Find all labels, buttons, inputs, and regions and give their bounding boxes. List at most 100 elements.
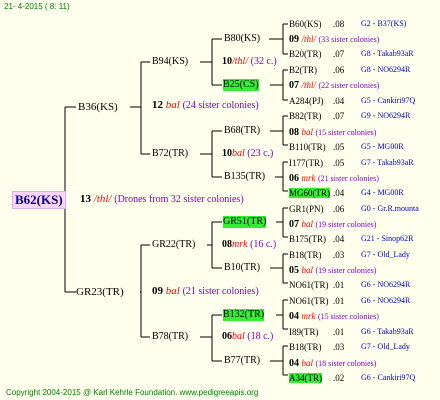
gen1-node-dam: GR23(TR) [76,286,124,298]
gen4-ancestor-row: B175(TR) .04 G21 - Sinop62R [289,233,413,246]
ancestor-generation-tag: G5 - Cankiri97Q [361,96,416,105]
drone-count: 10 [222,56,232,67]
ancestor-year: .05 [333,158,345,168]
gen4-ancestor-row: A284(PJ) .04 G5 - Cankiri97Q [289,95,415,108]
drone-count: 09 [289,34,299,45]
gen4-ancestor-row: NO61(TR) .01 G6 - NO6294R [289,279,410,292]
ancestor-label: B18(TR) [289,342,322,352]
drone-count: 10 [222,148,232,159]
ancestor-label: B82(TR) [289,111,322,121]
ancestor-label: B110(TR) [289,142,326,152]
gen4-ancestor-row: A34(TR) .02 G6 - Cankiri97Q [289,372,415,385]
gen2-node: B72(TR) [152,148,189,159]
ancestor-year: .03 [333,250,345,260]
ancestor-label: A34(TR) [289,373,322,383]
drone-mark: /thl/ [301,34,317,44]
ancestor-generation-tag: G2 - B37(KS) [361,19,407,28]
drone-note: (21 sister colonies) [182,286,259,297]
root-drone-note: (Drones from 32 sister colonies) [114,194,244,205]
ancestor-year: .03 [333,342,345,352]
drone-count: 05 [289,265,299,276]
gen4-ancestor-row: B18(TR) .03 G7 - Old_Lady [289,341,410,354]
gen3-drone-info: 06bal (18 c.) [222,331,273,343]
drone-mark: bal [301,127,314,137]
gen4-drone-info: 05 bal (19 sister colonies) [289,264,376,277]
gen4-drone-info: 04 mrk (15 sister colonies) [289,310,379,323]
drone-note: (19 sister colonies) [315,220,377,229]
ancestor-year: .05 [333,142,345,152]
ancestor-year: .06 [333,204,345,214]
ancestor-year: .01 [333,327,345,337]
drone-count: 06 [222,331,232,342]
gen1-node-sire: B36(KS) [78,101,118,113]
ancestor-label: MG60(TR) [289,188,330,198]
ancestor-label: GR1(PN) [289,204,324,214]
drone-count: 09 [152,285,163,297]
drone-mark: bal [301,219,314,229]
copyright-footer: Copyright 2004-2015 @ Karl Kehrle Founda… [6,388,259,397]
drone-note: (21 sister colonies) [318,174,379,183]
ancestor-year: .08 [333,19,345,29]
drone-mark: bal [165,99,180,111]
drone-note: (18 c.) [247,331,274,342]
drone-mark: bal [301,265,314,275]
drone-count: 04 [289,311,299,322]
ancestor-year: .04 [333,234,345,244]
gen3-node: B68(TR) [224,125,261,136]
ancestor-generation-tag: G21 - Sinop62R [361,234,414,243]
ancestor-year: .07 [333,49,345,59]
ancestor-label: I89(TR) [289,327,319,337]
gen4-ancestor-row: MG60(TR) .04 G4 - MG00R [289,187,404,200]
drone-note: (24 sister colonies) [182,100,259,111]
ancestor-generation-tag: G9 - NO6294R [361,111,411,120]
drone-note: (33 sister colonies) [318,35,380,44]
ancestor-year: .06 [333,65,345,75]
ancestor-generation-tag: G6 - NO6294R [361,296,411,305]
drone-count: 06 [289,173,299,184]
ancestor-year: .01 [333,280,345,290]
ancestor-generation-tag: G7 - Old_Lady [361,250,410,259]
gen4-ancestor-row: B60(KS) .08 G2 - B37(KS) [289,18,406,31]
drone-note: (32 c.) [250,56,277,67]
ancestor-year: .02 [333,373,345,383]
drone-count: 08 [222,239,232,250]
gen4-ancestor-row: B82(TR) .07 G9 - NO6294R [289,110,410,123]
gen2-node: B94(KS) [152,56,189,67]
gen4-ancestor-row: I177(TR) .05 G7 - Takab93aR [289,157,414,170]
gen4-drone-info: 07 bal (19 sister colonies) [289,218,376,231]
ancestor-year: .04 [333,96,345,106]
pedigree-page: 21- 4-2015 ( 8: 11) B62(KS) 13 /thl/ (Dr… [0,0,440,400]
ancestor-generation-tag: G6 - NO6294R [361,280,411,289]
drone-mark: mrk [301,311,316,321]
drone-mark: /thl/ [232,56,249,67]
ancestor-generation-tag: G6 - Takab93aR [361,327,414,336]
gen3-node: B135(TR) [224,171,266,182]
ancestor-generation-tag: G8 - Takab93aR [361,49,414,58]
drone-note: (15 sister colonies) [315,128,377,137]
ancestor-generation-tag: G6 - Cankiri97Q [361,373,416,382]
gen4-drone-info: 08 bal (15 sister colonies) [289,126,376,139]
ancestor-generation-tag: G4 - MG00R [361,188,404,197]
gen3-drone-info: 08mrk (16 c.) [222,239,276,251]
ancestor-year: .07 [333,111,345,121]
root-drone-count: 13 [80,193,91,205]
drone-count: 08 [289,127,299,138]
drone-note: (15 sister colonies) [318,312,379,321]
gen3-node-highlighted: B132(TR) [223,309,265,321]
ancestor-label: B60(KS) [289,19,322,29]
drone-mark: bal [301,358,314,368]
root-queen: B62(KS) [12,191,66,209]
drone-mark: bal [232,331,245,342]
drone-count: 04 [289,358,299,369]
ancestor-label: A284(PJ) [289,96,324,106]
ancestor-label: B18(TR) [289,250,322,260]
ancestor-year: .04 [333,188,345,198]
drone-note: (23 c.) [247,148,274,159]
gen3-node: B77(TR) [224,355,261,366]
ancestor-label: B2(TR) [289,65,317,75]
gen4-drone-info: 07 /thl/ (22 sister colonies) [289,79,379,92]
gen3-drone-info: 10/thl/ (32 c.) [222,56,277,68]
drone-note: (22 sister colonies) [318,81,380,90]
gen2-drone-info: 09 bal (21 sister colonies) [152,285,259,298]
ancestor-label: B20(TR) [289,49,322,59]
